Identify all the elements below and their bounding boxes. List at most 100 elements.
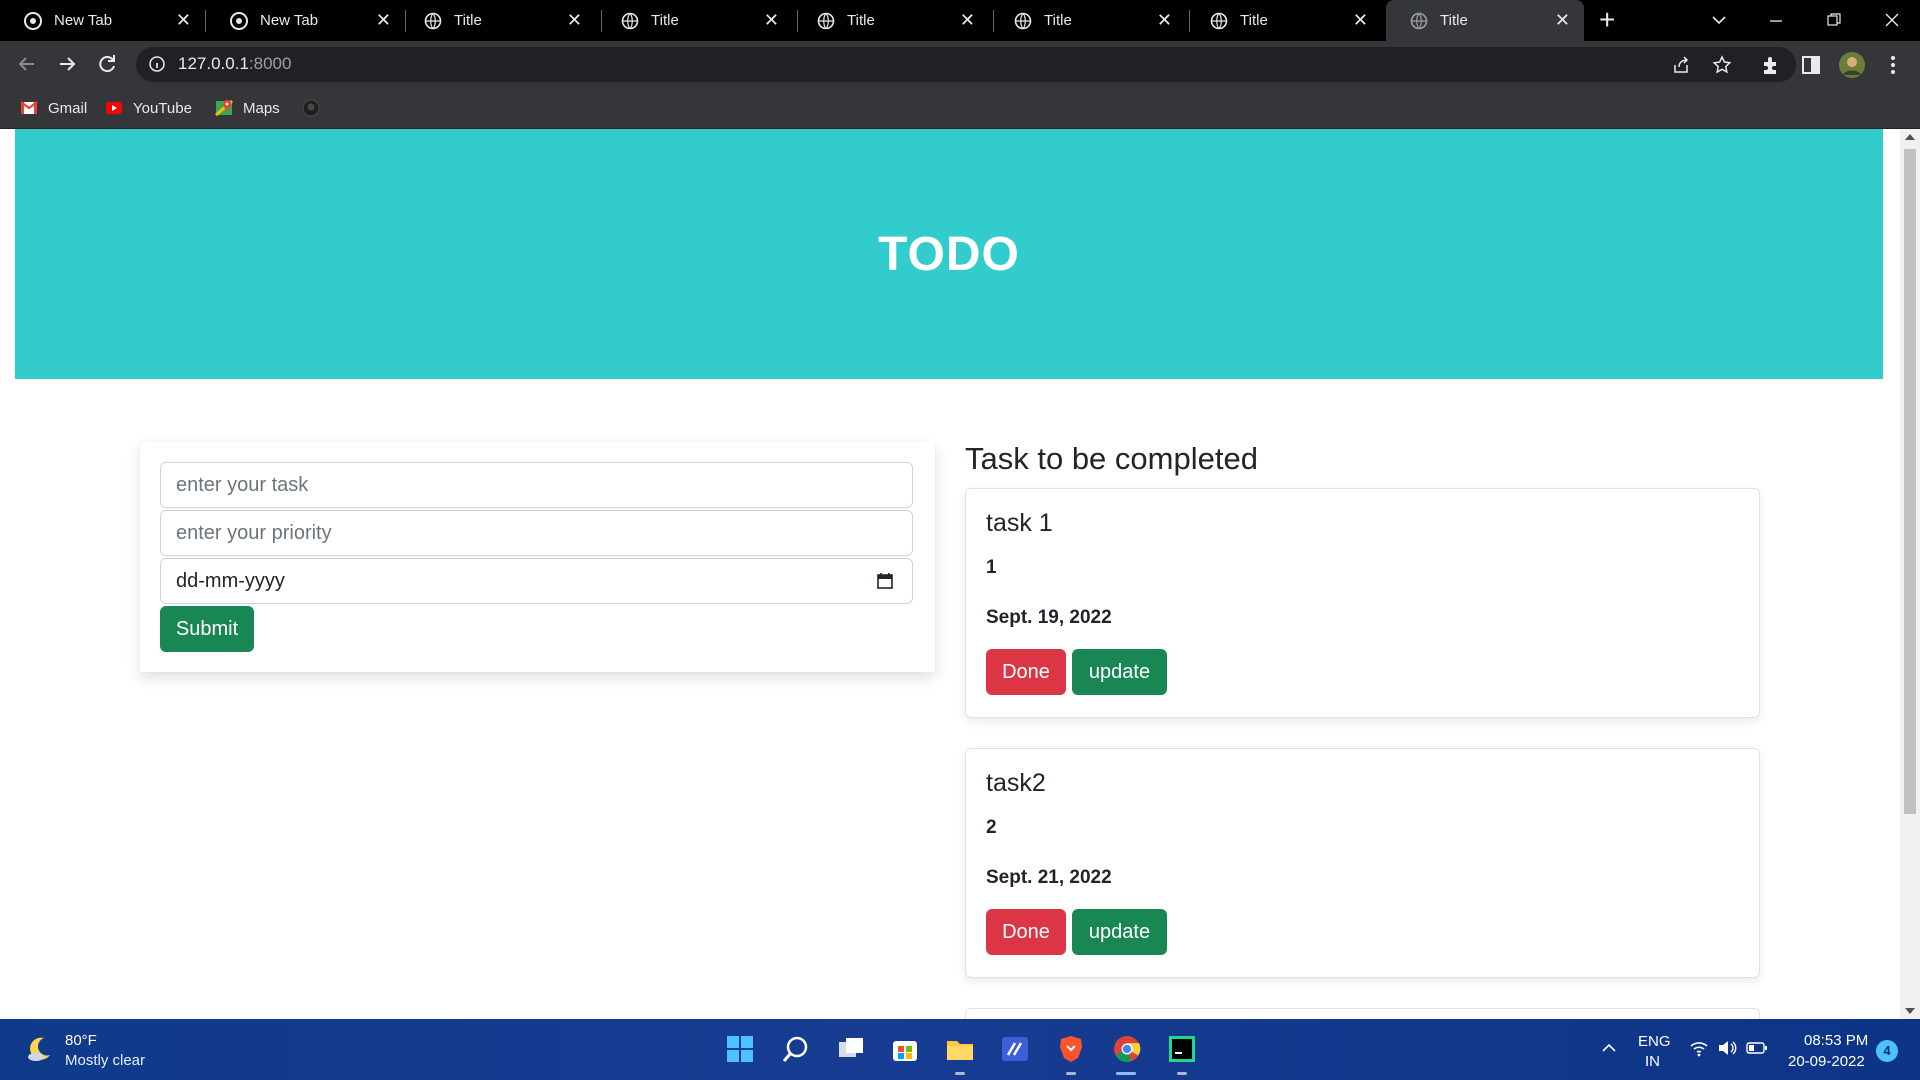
task-view-icon[interactable] <box>835 1033 867 1065</box>
forward-arrow-icon[interactable] <box>54 51 80 77</box>
language-top[interactable]: ENG <box>1638 1033 1671 1050</box>
tab-close-icon[interactable]: ✕ <box>1157 10 1172 30</box>
tab-2[interactable]: New Tab ✕ <box>206 0 405 41</box>
task-list-title: Task to be completed <box>965 441 1258 476</box>
date-input[interactable]: dd-mm-yyyy <box>160 558 913 604</box>
extensions-puzzle-icon[interactable] <box>1760 54 1782 76</box>
tab-title: Title <box>1044 12 1072 29</box>
bookmark-youtube[interactable]: YouTube <box>105 96 192 120</box>
priority-input[interactable] <box>160 510 913 556</box>
tab-title: Title <box>1240 12 1268 29</box>
app-active-indicator <box>1116 1072 1136 1075</box>
search-icon[interactable] <box>780 1033 812 1065</box>
submit-button[interactable]: Submit <box>160 606 254 652</box>
share-icon[interactable] <box>1671 55 1691 75</box>
side-panel-icon[interactable] <box>1800 54 1822 76</box>
address-url[interactable]: 127.0.0.1:8000 <box>178 54 291 74</box>
task-date: Sept. 19, 2022 <box>986 607 1112 628</box>
file-explorer-icon[interactable] <box>944 1033 976 1065</box>
minimize-icon[interactable] <box>1769 14 1783 28</box>
back-arrow-icon[interactable] <box>14 51 40 77</box>
battery-icon[interactable] <box>1746 1041 1768 1055</box>
bookmark-label: Gmail <box>48 99 88 117</box>
moon-weather-icon[interactable] <box>24 1034 54 1064</box>
date-placeholder: dd-mm-yyyy <box>176 569 285 592</box>
calendar-icon[interactable] <box>876 572 894 590</box>
tab-title: New Tab <box>260 12 319 29</box>
done-button[interactable]: Done <box>986 649 1066 695</box>
task-priority: 1 <box>986 557 997 578</box>
tab-5[interactable]: Title ✕ <box>793 0 989 41</box>
bookmark-github[interactable] <box>302 96 330 120</box>
microsoft-store-icon[interactable] <box>889 1033 921 1065</box>
bookmark-label: YouTube <box>133 99 192 117</box>
language-bottom[interactable]: IN <box>1645 1053 1660 1070</box>
task-priority: 2 <box>986 817 997 838</box>
tab-7[interactable]: Title ✕ <box>1186 0 1382 41</box>
app-running-indicator <box>1066 1072 1076 1075</box>
windows-start-icon[interactable] <box>724 1033 756 1065</box>
profile-avatar[interactable] <box>1838 51 1866 79</box>
pycharm-icon[interactable] <box>1166 1033 1198 1065</box>
tab-3[interactable]: Title ✕ <box>400 0 596 41</box>
globe-icon <box>424 12 442 30</box>
show-hidden-icons-chevron-icon[interactable] <box>1601 1041 1617 1053</box>
notification-badge[interactable]: 4 <box>1876 1040 1898 1062</box>
chrome-browser-icon[interactable] <box>1111 1033 1143 1065</box>
bookmark-label: Maps <box>243 99 280 117</box>
update-button[interactable]: update <box>1072 649 1167 695</box>
tab-close-icon[interactable]: ✕ <box>1353 10 1368 30</box>
clock-date[interactable]: 20-09-2022 <box>1788 1053 1865 1070</box>
task-card: task 1 1 Sept. 19, 2022 Done update <box>965 488 1760 718</box>
task-name: task2 <box>986 769 1046 797</box>
scroll-down-arrow-icon[interactable] <box>1905 1008 1915 1014</box>
site-info-icon[interactable] <box>148 55 166 73</box>
scrollbar-thumb[interactable] <box>1904 149 1916 814</box>
tab-close-icon[interactable]: ✕ <box>960 10 975 30</box>
clock-time[interactable]: 08:53 PM <box>1804 1032 1868 1049</box>
tab-close-icon[interactable]: ✕ <box>376 10 391 30</box>
wifi-icon[interactable] <box>1689 1039 1709 1057</box>
bookmark-gmail[interactable]: Gmail <box>20 96 87 120</box>
app-running-indicator <box>955 1072 965 1075</box>
tab-close-icon[interactable]: ✕ <box>1555 10 1570 30</box>
globe-icon <box>1210 12 1228 30</box>
page-title: TODO <box>878 227 1020 281</box>
scroll-up-arrow-icon[interactable] <box>1905 134 1915 140</box>
tab-search-chevron-icon[interactable] <box>1711 13 1727 27</box>
new-tab-plus-icon[interactable]: + <box>1599 6 1615 34</box>
browser-toolbar: 127.0.0.1:8000 <box>0 41 1920 88</box>
update-button[interactable]: update <box>1072 909 1167 955</box>
task-name: task 1 <box>986 509 1053 537</box>
tab-title: Title <box>454 12 482 29</box>
tab-6[interactable]: Title ✕ <box>990 0 1186 41</box>
brave-browser-icon[interactable] <box>1055 1033 1087 1065</box>
tab-close-icon[interactable]: ✕ <box>764 10 779 30</box>
tab-title: New Tab <box>54 12 113 29</box>
page-viewport: TODO dd-mm-yyyy Submit Task to be comple… <box>0 129 1900 1019</box>
tab-close-icon[interactable]: ✕ <box>567 10 582 30</box>
tab-title: Title <box>651 12 679 29</box>
tab-1[interactable]: New Tab ✕ <box>0 0 205 41</box>
volume-icon[interactable] <box>1717 1039 1737 1057</box>
gmail-icon <box>20 101 38 114</box>
reload-icon[interactable] <box>94 51 120 77</box>
bookmark-star-icon[interactable] <box>1712 55 1732 75</box>
address-bar[interactable]: 127.0.0.1:8000 <box>136 47 1796 82</box>
code-editor-icon[interactable] <box>999 1033 1031 1065</box>
more-menu-icon[interactable] <box>1882 54 1904 76</box>
window-close-icon[interactable] <box>1884 12 1900 28</box>
chrome-icon <box>24 12 42 30</box>
task-card-partial <box>965 1008 1760 1019</box>
tab-close-icon[interactable]: ✕ <box>176 10 191 30</box>
github-icon <box>302 99 320 117</box>
bookmark-maps[interactable]: Maps <box>215 96 280 120</box>
tab-8-active[interactable]: Title ✕ <box>1386 0 1584 41</box>
restore-icon[interactable] <box>1826 12 1842 28</box>
globe-icon <box>817 12 835 30</box>
done-button[interactable]: Done <box>986 909 1066 955</box>
chrome-icon <box>230 12 248 30</box>
tab-4[interactable]: Title ✕ <box>597 0 793 41</box>
page-scrollbar[interactable] <box>1900 129 1920 1019</box>
task-input[interactable] <box>160 462 913 508</box>
